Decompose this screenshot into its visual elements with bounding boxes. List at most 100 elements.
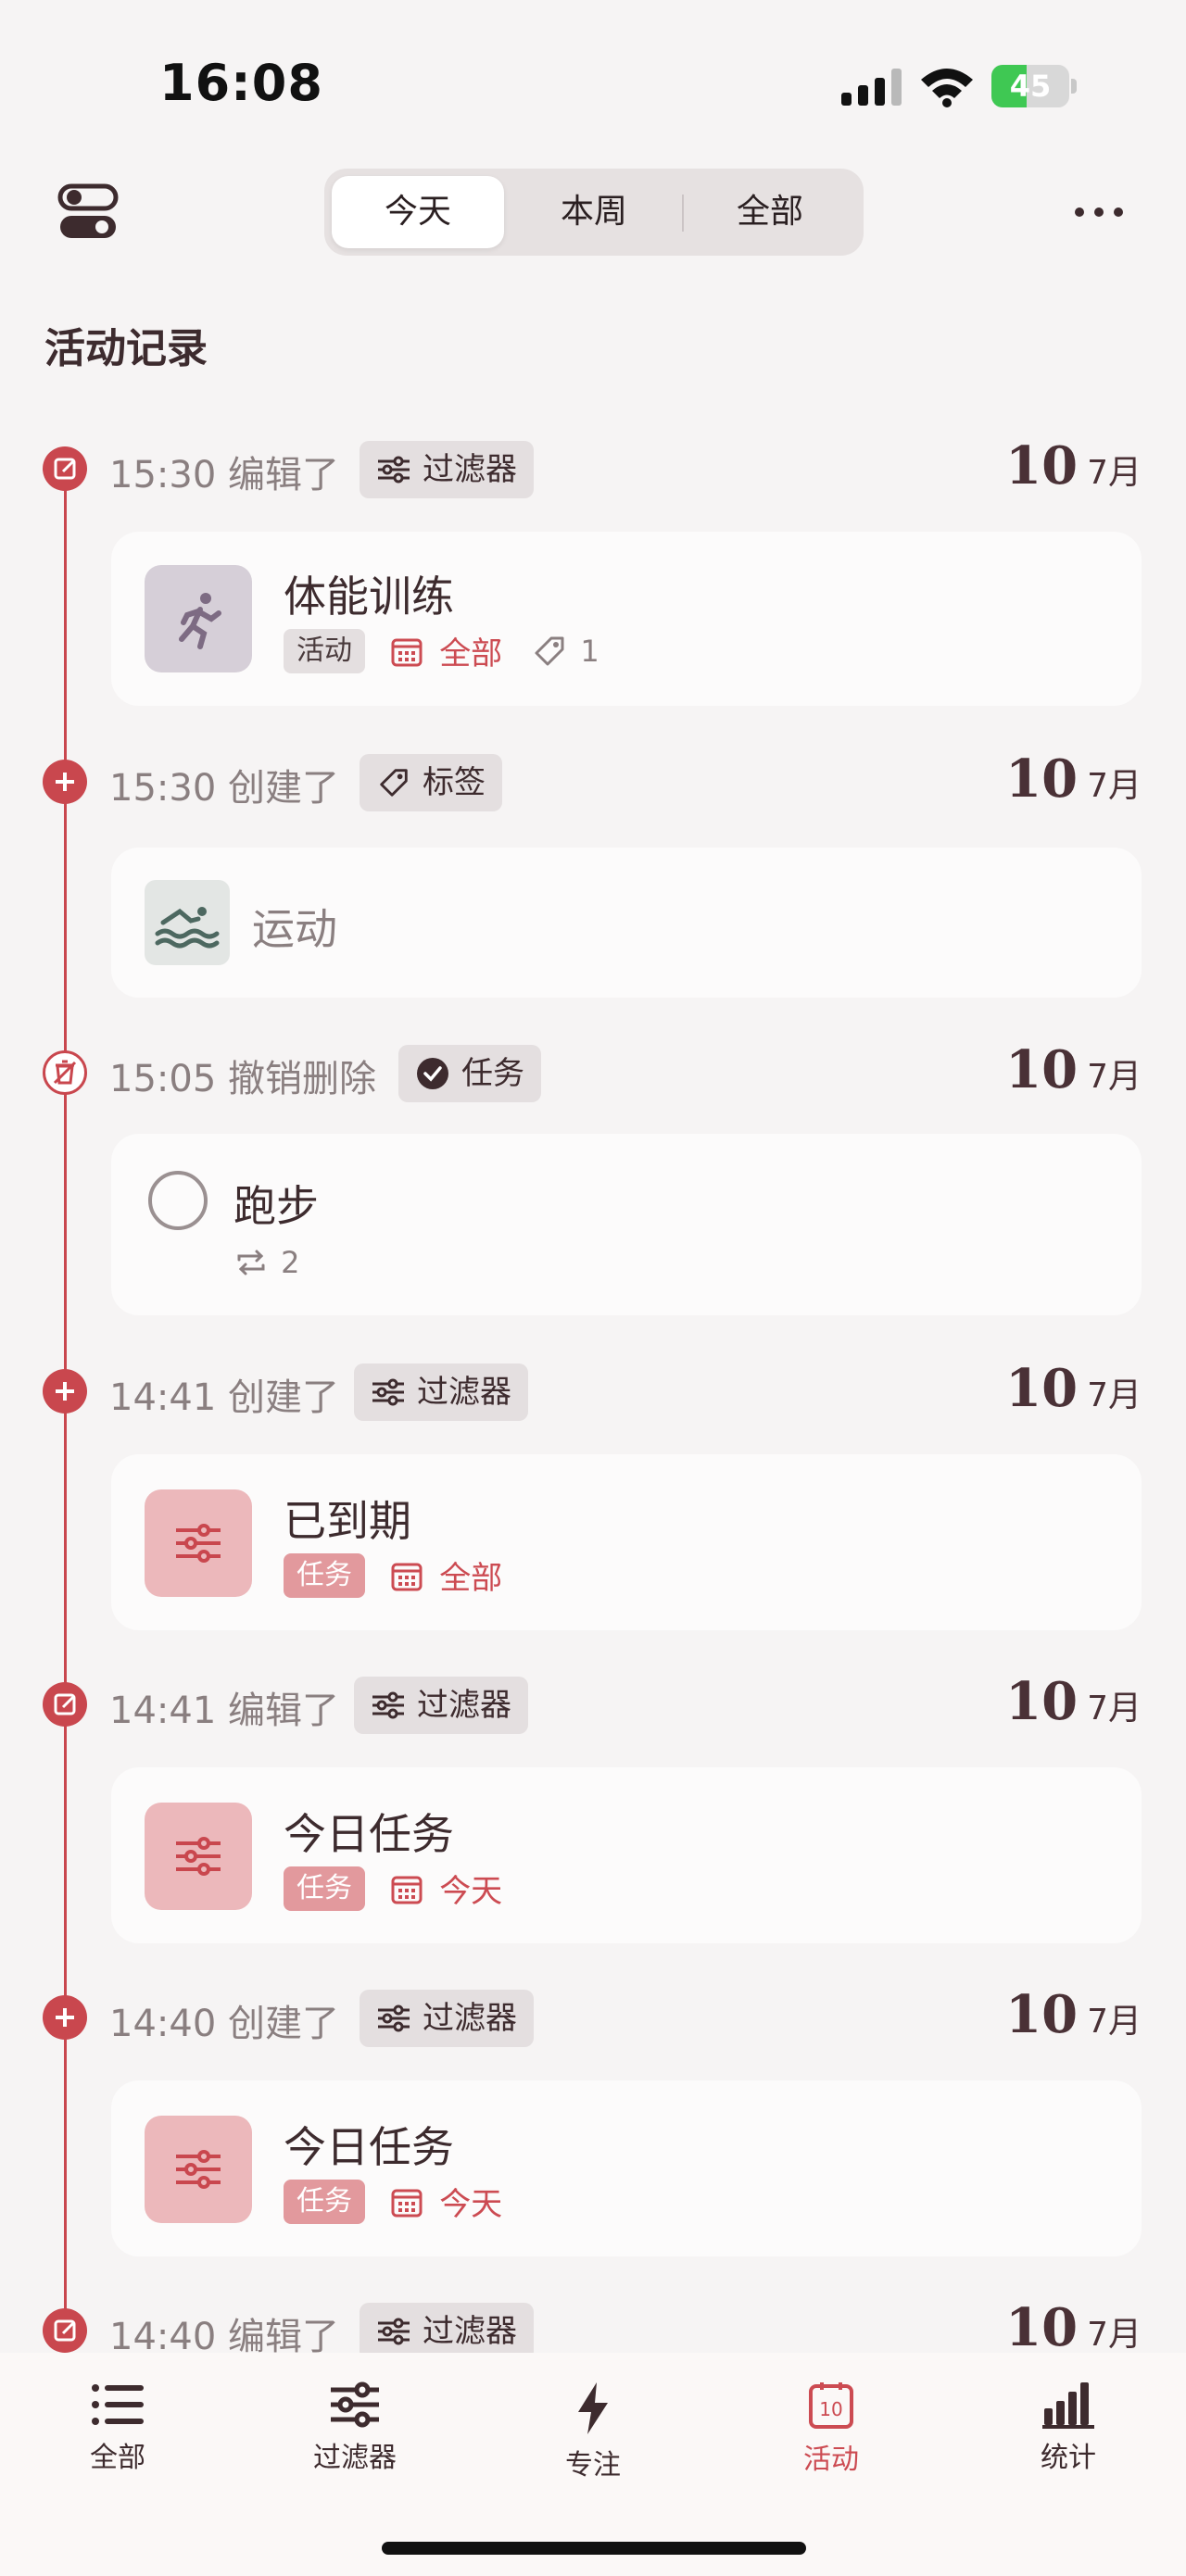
calendar-icon <box>391 638 423 666</box>
tab-filters[interactable]: 过滤器 <box>262 2381 448 2492</box>
tab-label: 活动 <box>803 2444 859 2476</box>
activity-entry-header: 14:41 创建了 过滤器 10 7月 <box>0 1358 1186 1423</box>
activity-entry-header: 15:05 撤销删除 任务 10 7月 <box>0 1039 1186 1104</box>
card-meta: 任务 今天 <box>284 2179 502 2224</box>
entry-time: 14:40 创建了 <box>109 2003 339 2045</box>
activity-card[interactable]: 体能训练 活动 全部 1 <box>111 532 1142 706</box>
date-day: 10 <box>1005 1358 1079 1419</box>
entry-date: 10 7月 <box>1005 1039 1142 1104</box>
card-meta: 活动 全部 1 <box>284 628 599 673</box>
tab-focus[interactable]: 专注 <box>500 2381 686 2492</box>
filter-icon <box>145 1489 252 1597</box>
tab-badge: 10 <box>819 2398 842 2420</box>
date-month: 7月 <box>1087 454 1142 492</box>
filter-icon <box>372 1378 404 1406</box>
type-chip-tag[interactable]: 标签 <box>360 754 502 811</box>
edit-icon <box>43 2308 87 2353</box>
plus-icon <box>43 1369 87 1414</box>
task-checkbox[interactable] <box>148 1171 208 1230</box>
restore-icon <box>43 1050 87 1095</box>
date-month: 7月 <box>1087 1376 1142 1414</box>
entry-date: 10 7月 <box>1005 1358 1142 1423</box>
tab-stats[interactable]: 统计 <box>976 2381 1161 2492</box>
entry-time: 14:41 创建了 <box>109 1376 339 1419</box>
activity-entry-header: 15:30 创建了 标签 10 7月 <box>0 748 1186 813</box>
card-meta: 任务 今天 <box>284 1866 502 1911</box>
filter-icon <box>145 1803 252 1910</box>
plus-icon <box>43 760 87 804</box>
type-chip-task[interactable]: 任务 <box>398 1045 541 1102</box>
entry-date: 10 7月 <box>1005 1984 1142 2049</box>
edit-icon <box>43 446 87 491</box>
activity-card[interactable]: 今日任务 任务 今天 <box>111 1767 1142 1943</box>
activity-card[interactable]: 已到期 任务 全部 <box>111 1454 1142 1630</box>
repeat-icon <box>237 1250 265 1275</box>
entry-date: 10 7月 <box>1005 1671 1142 1736</box>
repeat-count: 2 <box>281 1245 300 1280</box>
edit-icon <box>43 1682 87 1727</box>
filter-icon <box>145 2116 252 2223</box>
card-title: 运动 <box>252 904 337 954</box>
card-title: 今日任务 <box>284 2122 454 2172</box>
list-icon <box>92 2384 144 2425</box>
card-title: 跑步 <box>233 1181 319 1231</box>
scope-label: 全部 <box>439 635 503 672</box>
swimmer-icon <box>145 880 230 965</box>
tab-label: 专注 <box>565 2449 621 2482</box>
entry-time: 15:30 创建了 <box>109 767 339 810</box>
activity-entry-header: 14:41 编辑了 过滤器 10 7月 <box>0 1671 1186 1736</box>
segment-week[interactable]: 本周 <box>508 176 680 248</box>
check-circle-icon <box>417 1058 448 1089</box>
category-tag: 任务 <box>284 2179 365 2224</box>
toggle-switches-icon[interactable] <box>57 183 119 241</box>
calendar-icon <box>391 1563 423 1590</box>
type-chip-filter[interactable]: 过滤器 <box>354 1363 528 1421</box>
activity-card[interactable]: 今日任务 任务 今天 <box>111 2080 1142 2256</box>
date-day: 10 <box>1005 2297 1079 2358</box>
battery-icon: 45 <box>991 65 1077 107</box>
tab-label: 全部 <box>90 2442 145 2474</box>
wifi-icon <box>921 69 973 107</box>
category-tag: 活动 <box>284 628 365 673</box>
segment-all[interactable]: 全部 <box>684 176 856 248</box>
type-chip-label: 过滤器 <box>423 2000 517 2037</box>
entry-time: 14:41 编辑了 <box>109 1690 339 1732</box>
card-title: 体能训练 <box>284 572 454 622</box>
filter-icon <box>372 1691 404 1719</box>
more-options-icon[interactable] <box>1069 198 1129 226</box>
page-title: 活动记录 <box>44 325 208 372</box>
bar-chart-icon <box>1042 2382 1094 2429</box>
date-day: 10 <box>1005 435 1079 496</box>
home-indicator <box>382 2542 806 2555</box>
activity-entry-header: 14:40 创建了 过滤器 10 7月 <box>0 1984 1186 2049</box>
tab-activity[interactable]: 10 活动 <box>738 2381 924 2492</box>
type-chip-label: 过滤器 <box>423 451 517 488</box>
calendar-icon <box>391 2189 423 2217</box>
type-chip-filter[interactable]: 过滤器 <box>360 2303 534 2360</box>
segment-today[interactable]: 今天 <box>332 176 504 248</box>
date-day: 10 <box>1005 1984 1079 2045</box>
header: 今天 本周 全部 <box>0 157 1186 269</box>
calendar-icon <box>391 1876 423 1904</box>
tag-count: 1 <box>580 633 599 669</box>
date-month: 7月 <box>1087 2003 1142 2041</box>
cellular-signal-icon <box>841 69 902 106</box>
type-chip-label: 任务 <box>461 1055 524 1092</box>
activity-card[interactable]: 跑步 2 <box>111 1134 1142 1315</box>
date-day: 10 <box>1005 748 1079 810</box>
category-tag: 任务 <box>284 1866 365 1911</box>
plus-icon <box>43 1995 87 2040</box>
activity-card[interactable]: 运动 <box>111 848 1142 998</box>
activity-entry-header: 15:30 编辑了 过滤器 10 7月 <box>0 435 1186 500</box>
tag-icon <box>535 636 564 665</box>
type-chip-filter[interactable]: 过滤器 <box>354 1677 528 1734</box>
date-day: 10 <box>1005 1671 1079 1732</box>
type-chip-filter[interactable]: 过滤器 <box>360 441 534 498</box>
scope-label: 全部 <box>439 1560 503 1597</box>
tab-label: 统计 <box>1041 2442 1096 2474</box>
tab-all[interactable]: 全部 <box>25 2381 210 2492</box>
entry-time: 15:05 撤销删除 <box>109 1058 376 1100</box>
type-chip-filter[interactable]: 过滤器 <box>360 1990 534 2047</box>
bolt-icon <box>578 2382 608 2434</box>
type-chip-label: 标签 <box>423 764 486 801</box>
